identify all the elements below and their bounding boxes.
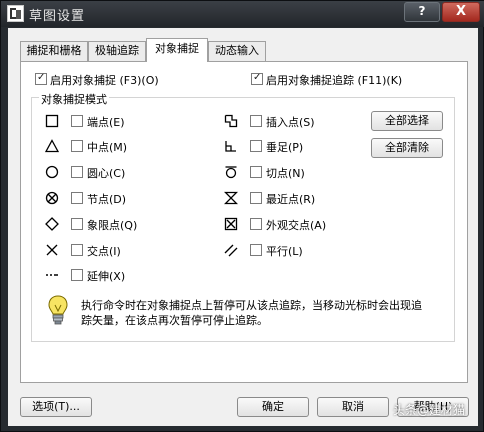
midpoint-triangle-icon: [44, 139, 60, 153]
ok-button[interactable]: 确定: [237, 397, 309, 417]
apparent-intersection-checkbox[interactable]: [250, 218, 262, 230]
midpoint-checkbox[interactable]: [71, 140, 83, 152]
enable-snap-tracking-label: 启用对象捕捉追踪 (F11)(K): [266, 74, 403, 87]
insertion-icon: [224, 114, 238, 128]
tangent-label: 切点(N): [266, 167, 305, 180]
center-label: 圆心(C): [87, 167, 126, 180]
object-snap-panel: 启用对象捕捉 (F3)(O) 启用对象捕捉追踪 (F11)(K) 对象捕捉模式 …: [20, 61, 468, 383]
lightbulb-icon: [47, 295, 69, 327]
endpoint-checkbox[interactable]: [71, 115, 83, 127]
center-checkbox[interactable]: [71, 166, 83, 178]
window-title: 草图设置: [29, 9, 86, 24]
apparent-intersection-label: 外观交点(A): [266, 219, 327, 232]
center-circle-icon: [45, 165, 59, 179]
insertion-checkbox[interactable]: [250, 115, 262, 127]
quadrant-diamond-icon: [45, 217, 59, 231]
enable-object-snap-label: 启用对象捕捉 (F3)(O): [50, 74, 159, 87]
enable-object-snap-checkbox[interactable]: [35, 72, 47, 85]
watermark-text: 头条@建材猫: [393, 403, 466, 417]
quadrant-checkbox[interactable]: [71, 218, 83, 230]
parallel-icon: [224, 243, 238, 257]
node-checkbox[interactable]: [71, 192, 83, 204]
title-bar[interactable]: 草图设置 ? X: [1, 1, 484, 27]
options-button[interactable]: 选项(T)...: [20, 397, 92, 417]
autocad-app-icon: [7, 5, 24, 22]
insertion-label: 插入点(S): [266, 116, 315, 129]
tab-dynamic-input[interactable]: 动态输入: [208, 41, 266, 61]
intersection-label: 交点(I): [87, 245, 121, 258]
extension-icon: [45, 268, 59, 282]
nearest-label: 最近点(R): [266, 193, 316, 206]
tab-polar-tracking[interactable]: 极轴追踪: [88, 41, 146, 61]
dialog-window: 草图设置 ? X 捕捉和栅格 极轴追踪 对象捕捉 动态输入 启用对象捕捉 (F3…: [0, 0, 484, 432]
dialog-body: 捕捉和栅格 极轴追踪 对象捕捉 动态输入 启用对象捕捉 (F3)(O) 启用对象…: [8, 28, 478, 426]
quadrant-label: 象限点(Q): [87, 219, 138, 232]
intersection-checkbox[interactable]: [71, 244, 83, 256]
tangent-icon: [224, 165, 238, 179]
snap-modes-group-title: 对象捕捉模式: [39, 91, 109, 107]
node-label: 节点(D): [87, 193, 127, 206]
clear-all-button[interactable]: 全部清除: [371, 138, 443, 158]
intersection-cross-icon: [45, 243, 59, 257]
nearest-icon: [223, 191, 239, 205]
midpoint-label: 中点(M): [87, 141, 128, 154]
enable-snap-tracking-checkbox[interactable]: [251, 72, 263, 85]
extension-checkbox[interactable]: [71, 269, 83, 281]
perpendicular-icon: [224, 139, 238, 153]
endpoint-label: 端点(E): [87, 116, 125, 129]
endpoint-square-icon: [45, 114, 59, 128]
perpendicular-checkbox[interactable]: [250, 140, 262, 152]
parallel-label: 平行(L): [266, 245, 303, 258]
tab-object-snap[interactable]: 对象捕捉: [146, 38, 208, 62]
apparent-intersection-icon: [224, 217, 238, 231]
extension-label: 延伸(X): [87, 270, 126, 283]
select-all-button[interactable]: 全部选择: [371, 111, 443, 131]
title-close-button[interactable]: X: [442, 2, 480, 22]
node-icon: [45, 191, 59, 205]
cancel-button[interactable]: 取消: [317, 397, 389, 417]
title-help-button[interactable]: ?: [404, 2, 440, 22]
tracking-tip-text: 执行命令时在对象捕捉点上暂停可从该点追踪，当移动光标时会出现追踪矢量，在该点再次…: [81, 299, 422, 327]
nearest-checkbox[interactable]: [250, 192, 262, 204]
tangent-checkbox[interactable]: [250, 166, 262, 178]
parallel-checkbox[interactable]: [250, 244, 262, 256]
perpendicular-label: 垂足(P): [266, 141, 304, 154]
tab-snap-and-grid[interactable]: 捕捉和栅格: [20, 41, 88, 61]
